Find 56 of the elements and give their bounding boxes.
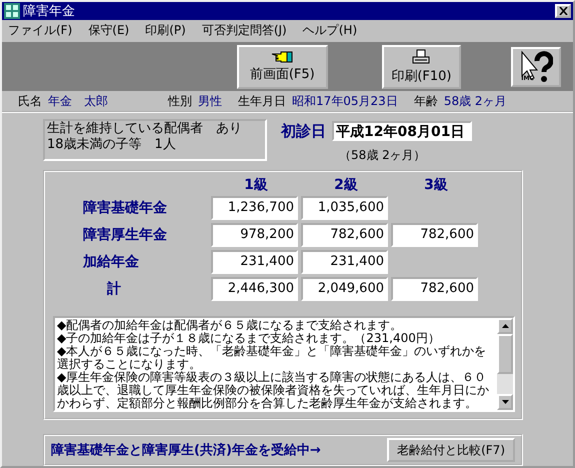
close-icon [558,7,568,15]
menu-item[interactable]: 印刷(P) [145,22,186,38]
note-text: ◆厚生年金保険の障害等級表の３級以上に該当する障害の状態にある人は、６０歳以上で、退職して厚生年金保険の被保険者資格を失っていれば、生年月日にかかわらず、定額部分と報酬比例部分を合算した老齢厚生年金が支給されます。 [57,371,490,410]
menu-item[interactable]: ファイル(F) [8,22,72,38]
amount-field: 231,400 [301,250,388,274]
menu-item[interactable]: 可否判定問答(J) [202,22,287,38]
amount-field: 978,200 [211,223,298,247]
scroll-down-button[interactable] [497,394,513,410]
age-text: （58歳 2ヶ月） [339,147,427,164]
family-line: 18歳未満の子等 1人 [47,137,177,153]
status-message: 障害基礎年金と障害厚生(共済)年金を受給中→ [51,442,321,459]
print-button[interactable]: 印刷(F10) [382,44,462,89]
field-label: 年齢 [414,92,438,110]
app-icon [4,3,20,19]
field-value: 58歳 2ヶ月 [444,92,507,110]
compare-button[interactable]: 老齢給付と比較(F7) [387,438,515,462]
menu-item[interactable]: 保守(E) [88,22,130,38]
column-header: 1級 [243,176,269,194]
first-visit-field[interactable]: 平成12年08月01日 [332,121,472,141]
amount-field: 231,400 [211,250,298,274]
printer-icon [412,48,430,65]
first-visit-label: 初診日 [281,122,326,140]
field-label: 性別 [168,92,192,110]
scroll-thumb[interactable] [497,334,513,374]
amount-field: 782,600 [391,223,478,247]
row-label: 障害厚生年金 [83,226,168,244]
close-button[interactable] [555,4,571,18]
amount-field: 1,035,600 [301,196,388,220]
note-text: ◆配偶者の加給年金は配偶者が６５歳になるまで支給されます。 [57,319,404,332]
scroll-up-button[interactable] [497,318,513,334]
family-line: 生計を維持している配偶者 あり [47,121,243,137]
back-button[interactable]: 前画面(F5) [237,44,328,89]
amount-field: 2,049,600 [301,277,388,301]
field-label: 氏名 [18,92,42,110]
field-label: 生年月日 [238,92,286,110]
field-value: 昭和17年05月23日 [292,92,398,110]
column-header: 2級 [333,176,359,194]
row-label: 障害基礎年金 [83,199,168,217]
field-value: 年金 太郎 [48,92,108,110]
menu-item[interactable]: ヘルプ(H) [302,22,358,38]
help-cursor-icon [519,50,554,84]
note-text: ◆本人が６５歳になった時、「老齢基礎年金」と「障害基礎年金」のいずれかを選択することになります。 [57,345,488,371]
amount-field: 782,600 [391,277,478,301]
pointing-hand-icon [271,50,294,63]
up-arrow-icon [502,324,508,328]
amount-field: 1,236,700 [211,196,298,220]
column-header: 3級 [423,176,449,194]
amount-field: 2,446,300 [211,277,298,301]
down-arrow-icon [502,400,508,404]
note-text: ◆子の加給年金は子が１８歳になるまで支給されます。（231,400円） [57,332,441,345]
scrollbar[interactable] [497,318,513,410]
row-label: 計 [106,280,122,298]
row-label: 加給年金 [83,253,140,271]
window-title: 障害年金 [23,3,76,20]
amount-field: 782,600 [301,223,388,247]
field-value: 男性 [198,92,222,110]
